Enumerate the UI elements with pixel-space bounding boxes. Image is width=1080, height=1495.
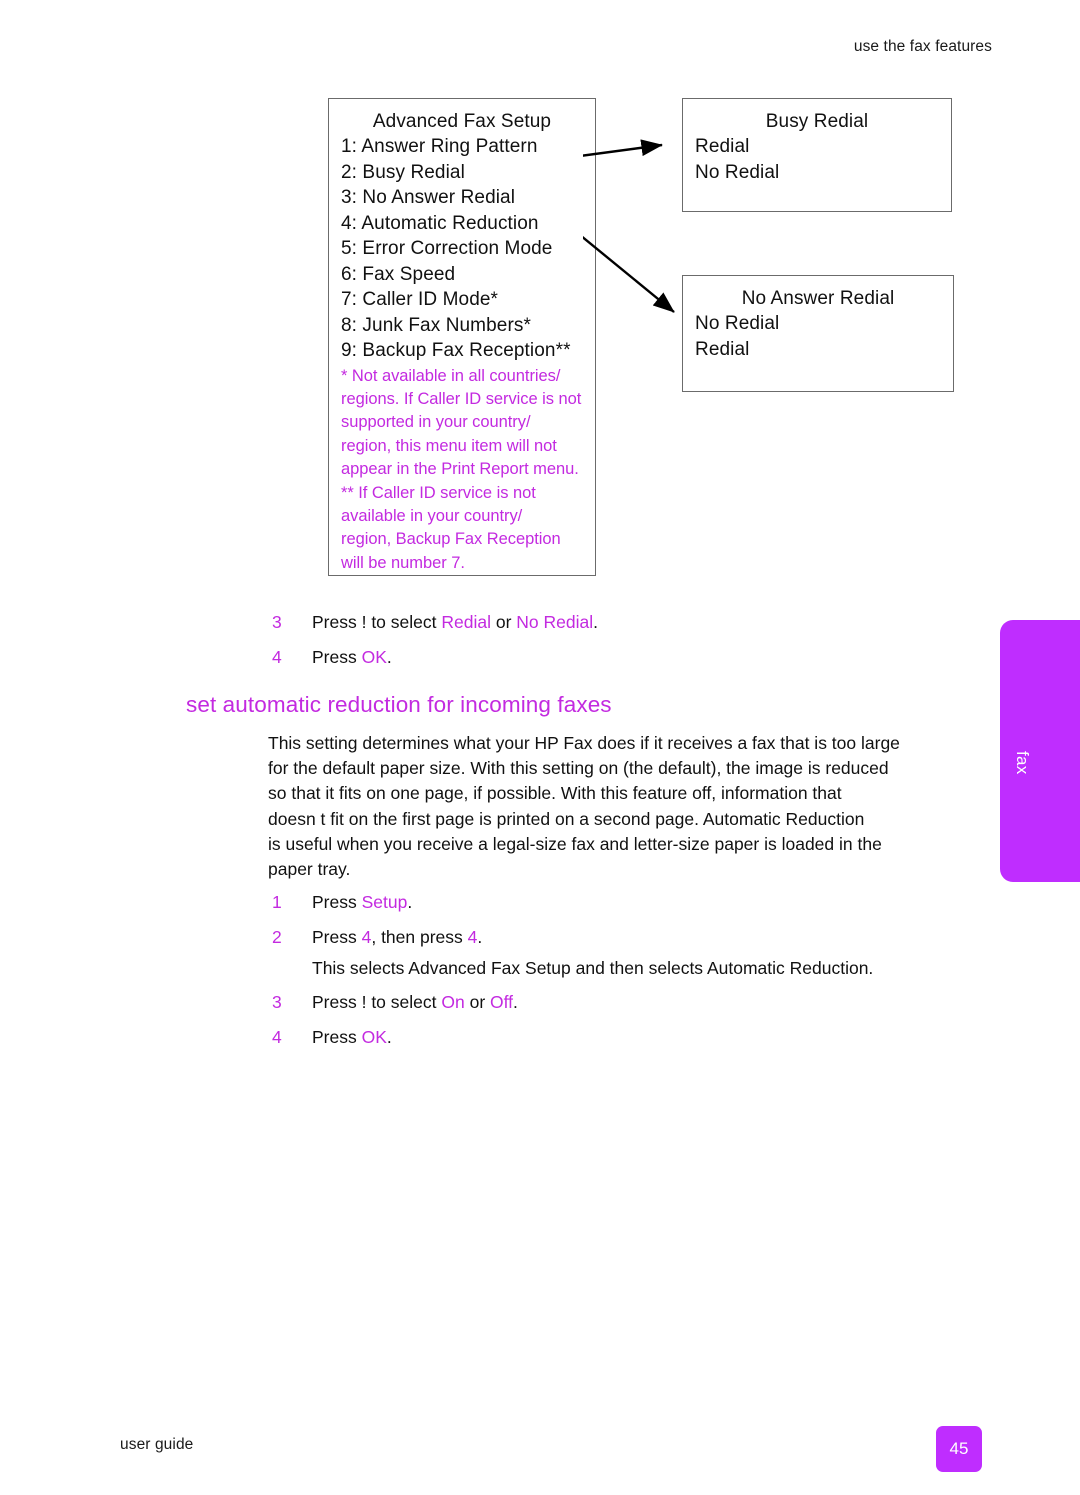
step-fragment: , then press bbox=[371, 927, 468, 947]
step-fragment: . bbox=[407, 892, 413, 912]
step-number: 3 bbox=[272, 612, 282, 632]
paragraph-line: for the default paper size. With this se… bbox=[268, 758, 889, 779]
step-fragment: Press bbox=[312, 647, 362, 667]
lcd-menu-item-7: 7: Caller ID Mode* bbox=[341, 289, 499, 310]
step-row: 4 Press OK. bbox=[272, 645, 392, 669]
lcd-screen-busy-redial: Busy Redial Redial No Redial bbox=[682, 98, 957, 217]
step-fragment: . bbox=[593, 612, 599, 632]
lcd-screen-content: Busy Redial Redial No Redial bbox=[695, 109, 939, 203]
step-row: 4 Press OK. bbox=[272, 1025, 392, 1049]
step-keyword-ok: OK bbox=[361, 1027, 387, 1047]
step-fragment: . bbox=[513, 992, 518, 1012]
section-paragraph: This setting determines what your HP Fax… bbox=[268, 731, 984, 882]
paragraph-line: paper tray. bbox=[268, 859, 351, 880]
step-fragment: Press ! to select bbox=[312, 992, 442, 1012]
footer-label: user guide bbox=[120, 1436, 194, 1453]
step-row: 3 Press ! to select Redial or No Redial. bbox=[272, 610, 598, 634]
step-fragment: Press bbox=[312, 927, 362, 947]
step-number: 2 bbox=[272, 927, 282, 947]
lcd-footnote-line-6: ** If Caller ID service is not bbox=[341, 483, 536, 502]
step-explanation-note: This selects Advanced Fax Setup and then… bbox=[312, 958, 874, 978]
lcd-screen-content: Advanced Fax Setup 1: Answer Ring Patter… bbox=[341, 109, 583, 572]
lcd-option-busy-redial-1: Redial bbox=[695, 136, 750, 157]
step-fragment: . bbox=[386, 647, 392, 667]
step-text: Press Setup. bbox=[312, 890, 412, 914]
step-fragment: or bbox=[490, 612, 517, 632]
lcd-option-busy-redial-2: No Redial bbox=[695, 161, 780, 183]
step-text: Press OK. bbox=[312, 645, 392, 669]
paragraph-line: doesn t fit on the first page is printed… bbox=[268, 808, 865, 829]
step-number: 1 bbox=[272, 892, 282, 912]
step-number: 4 bbox=[272, 647, 282, 667]
lcd-option-no-answer-redial-1: No Redial bbox=[695, 313, 780, 334]
step-row: 3 Press ! to select On or Off. bbox=[272, 990, 518, 1014]
paragraph-line: This setting determines what your HP Fax… bbox=[268, 733, 900, 753]
lcd-screen-no-answer-redial: No Answer Redial No Redial Redial bbox=[682, 275, 959, 397]
step-number: 4 bbox=[272, 1027, 282, 1047]
lcd-footnote-line-1: * Not available in all countries/ bbox=[341, 366, 561, 385]
lcd-footnotes: * Not available in all countries/ region… bbox=[341, 365, 583, 576]
step-row: 2 Press 4, then press 4. bbox=[272, 925, 482, 949]
step-keyword-key-4: 4 bbox=[467, 927, 478, 947]
step-keyword-no-redial: No Redial bbox=[516, 612, 594, 632]
step-text: Press 4, then press 4. bbox=[312, 925, 482, 949]
paragraph-line: is useful when you receive a legal-size … bbox=[268, 833, 882, 854]
lcd-menu-item-8: 8: Junk Fax Numbers* bbox=[341, 314, 531, 336]
lcd-footnote-line-8: region, Backup Fax Reception bbox=[341, 530, 561, 549]
lcd-footnote-line-7: available in your country/ bbox=[341, 506, 523, 525]
step-fragment: or bbox=[464, 992, 491, 1012]
lcd-title-advanced-fax-setup: Advanced Fax Setup bbox=[372, 111, 552, 132]
lcd-title-no-answer-redial: No Answer Redial bbox=[741, 288, 895, 309]
step-keyword-on: On bbox=[441, 992, 465, 1012]
paragraph-line: so that it fits on one page, if possible… bbox=[268, 783, 842, 804]
step-fragment: Press bbox=[312, 1027, 362, 1047]
step-keyword-setup: Setup bbox=[361, 892, 408, 912]
step-fragment: Press bbox=[312, 892, 362, 912]
lcd-title-busy-redial: Busy Redial bbox=[765, 111, 869, 132]
lcd-menu-item-3: 3: No Answer Redial bbox=[341, 187, 516, 208]
step-keyword-redial: Redial bbox=[441, 612, 491, 632]
step-text: Press ! to select Redial or No Redial. bbox=[312, 610, 598, 634]
lcd-menu-item-1: 1: Answer Ring Pattern bbox=[341, 136, 538, 157]
step-fragment: Press ! to select bbox=[312, 612, 442, 632]
step-number: 3 bbox=[272, 992, 282, 1012]
lcd-footnote-line-3: supported in your country/ bbox=[341, 413, 531, 432]
chapter-thumb-tab-label: fax bbox=[1013, 751, 1032, 775]
step-keyword-ok: OK bbox=[361, 647, 387, 667]
step-fragment: . bbox=[477, 927, 483, 947]
step-fragment: . bbox=[386, 1027, 392, 1047]
lcd-footnote-line-9: will be number 7. bbox=[341, 553, 465, 572]
lcd-footnote-line-4: region, this menu item will not bbox=[341, 436, 557, 455]
step-keyword-key-4: 4 bbox=[361, 927, 372, 947]
step-row: 1 Press Setup. bbox=[272, 890, 412, 914]
lcd-menu-item-6: 6: Fax Speed bbox=[341, 263, 456, 285]
lcd-screen-advanced-fax-setup: Advanced Fax Setup 1: Answer Ring Patter… bbox=[328, 98, 601, 581]
section-heading: set automatic reduction for incoming fax… bbox=[186, 692, 612, 717]
lcd-menu-item-5: 5: Error Correction Mode bbox=[341, 238, 553, 259]
lcd-footnote-line-2: regions. If Caller ID service is not bbox=[341, 389, 582, 408]
lcd-screen-content: No Answer Redial No Redial Redial bbox=[695, 286, 941, 383]
page-number-badge: 45 bbox=[936, 1426, 982, 1472]
step-text: Press ! to select On or Off. bbox=[312, 990, 518, 1014]
step-text: Press OK. bbox=[312, 1025, 392, 1049]
lcd-menu-item-9: 9: Backup Fax Reception** bbox=[341, 340, 571, 361]
running-header: use the fax features bbox=[853, 38, 992, 55]
lcd-footnote-line-5: appear in the Print Report menu. bbox=[341, 460, 579, 479]
step-keyword-off: Off bbox=[490, 992, 514, 1012]
lcd-option-no-answer-redial-2: Redial bbox=[695, 338, 750, 360]
chapter-thumb-tab: fax bbox=[1000, 620, 1080, 882]
lcd-menu-item-2: 2: Busy Redial bbox=[341, 161, 465, 183]
lcd-menu-item-4: 4: Automatic Reduction bbox=[341, 212, 539, 234]
